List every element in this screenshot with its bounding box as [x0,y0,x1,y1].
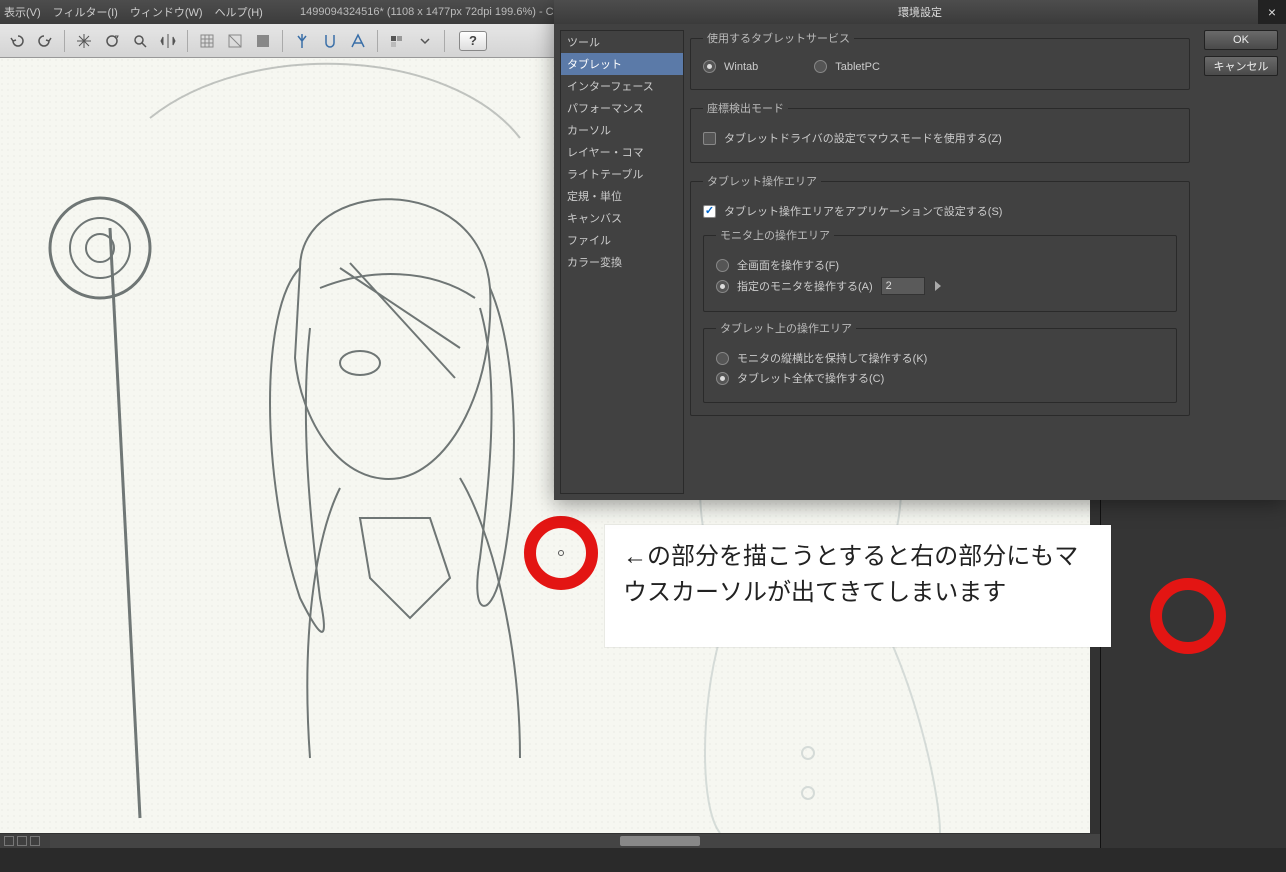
group-op-area: タブレット操作エリア タブレット操作エリアをアプリケーションで設定する(S) モ… [690,173,1190,416]
flip-icon[interactable] [157,30,179,52]
annotation-textbox: ←の部分を描こうとすると右の部分にもマウスカーソルが出てきてしまいます [605,525,1111,647]
label-specific-monitor: 指定のモニタを操作する(A) [737,278,873,294]
label-fullscreen: 全画面を操作する(F) [737,257,839,273]
view-mode-toggles[interactable] [0,834,50,848]
redo-icon[interactable] [34,30,56,52]
label-wintab: Wintab [724,61,758,73]
main-toolbar: ? [0,24,555,58]
label-app-sets-area: タブレット操作エリアをアプリケーションで設定する(S) [724,203,1002,219]
preferences-dialog: 環境設定 × ツール タブレット インターフェース パフォーマンス カーソル レ… [554,0,1286,500]
group-monitor-area: モニタ上の操作エリア 全画面を操作する(F) 指定のモニタを操作する(A) [703,227,1177,312]
help-button[interactable]: ? [459,31,487,51]
sparkle-icon[interactable] [73,30,95,52]
category-interface[interactable]: インターフェース [561,75,683,97]
dialog-titlebar[interactable]: 環境設定 × [554,0,1286,24]
undo-icon[interactable] [6,30,28,52]
category-list: ツール タブレット インターフェース パフォーマンス カーソル レイヤー・コマ … [560,30,684,494]
separator-icon [187,30,188,52]
guide-v-icon[interactable] [291,30,313,52]
category-cursor[interactable]: カーソル [561,119,683,141]
category-ruler[interactable]: 定規・単位 [561,185,683,207]
snap-icon[interactable] [252,30,274,52]
guide-u-icon[interactable] [319,30,341,52]
separator-icon [377,30,378,52]
radio-tabletpc[interactable] [814,60,827,73]
legend-monitor-area: モニタ上の操作エリア [716,227,834,243]
menu-window[interactable]: ウィンドウ(W) [130,4,203,20]
label-mouse-mode: タブレットドライバの設定でマウスモードを使用する(Z) [724,130,1002,146]
category-tool[interactable]: ツール [561,31,683,53]
category-color[interactable]: カラー変換 [561,251,683,273]
checkbox-mouse-mode[interactable] [703,132,716,145]
category-layer[interactable]: レイヤー・コマ [561,141,683,163]
category-file[interactable]: ファイル [561,229,683,251]
group-tablet-service: 使用するタブレットサービス Wintab TabletPC [690,30,1190,90]
cancel-button[interactable]: キャンセル [1204,56,1278,76]
close-icon[interactable]: × [1258,0,1286,24]
separator-icon [282,30,283,52]
category-lighttable[interactable]: ライトテーブル [561,163,683,185]
checkbox-app-sets-area[interactable] [703,205,716,218]
annotation-circle-right [1150,578,1226,654]
radio-specific-monitor[interactable] [716,280,729,293]
stepper-right-icon[interactable] [935,281,941,291]
category-canvas[interactable]: キャンバス [561,207,683,229]
menu-filter[interactable]: フィルター(I) [53,4,118,20]
chevron-down-icon[interactable] [414,30,436,52]
radio-fullscreen[interactable] [716,259,729,272]
label-whole-tablet: タブレット全体で操作する(C) [737,370,884,386]
diagonal-icon[interactable] [224,30,246,52]
menu-help[interactable]: ヘルプ(H) [215,4,263,20]
zoom-icon[interactable] [129,30,151,52]
menu-view[interactable]: 表示(V) [4,4,41,20]
dialog-content: OK キャンセル 使用するタブレットサービス Wintab TabletPC 座… [690,24,1286,500]
dialog-title: 環境設定 [898,4,942,20]
label-keep-aspect: モニタの縦横比を保持して操作する(K) [737,350,927,366]
palette-icon[interactable] [386,30,408,52]
scrollbar-thumb[interactable] [620,836,700,846]
label-tabletpc: TabletPC [835,61,880,73]
legend-tablet-service: 使用するタブレットサービス [703,30,854,46]
separator-icon [444,30,445,52]
horizontal-scrollbar[interactable] [0,834,1100,848]
grid-icon[interactable] [196,30,218,52]
ok-button[interactable]: OK [1204,30,1278,50]
legend-coord-mode: 座標検出モード [703,100,788,116]
radio-wintab[interactable] [703,60,716,73]
radio-whole-tablet[interactable] [716,372,729,385]
guide-perspective-icon[interactable] [347,30,369,52]
monitor-number-input[interactable] [881,277,925,295]
category-tablet[interactable]: タブレット [561,53,683,75]
category-performance[interactable]: パフォーマンス [561,97,683,119]
rotate-icon[interactable] [101,30,123,52]
legend-op-area: タブレット操作エリア [703,173,821,189]
radio-keep-aspect[interactable] [716,352,729,365]
separator-icon [64,30,65,52]
group-coord-mode: 座標検出モード タブレットドライバの設定でマウスモードを使用する(Z) [690,100,1190,163]
annotation-circle-left [524,516,598,590]
group-tablet-area: タブレット上の操作エリア モニタの縦横比を保持して操作する(K) タブレット全体… [703,320,1177,403]
legend-tablet-area: タブレット上の操作エリア [716,320,856,336]
